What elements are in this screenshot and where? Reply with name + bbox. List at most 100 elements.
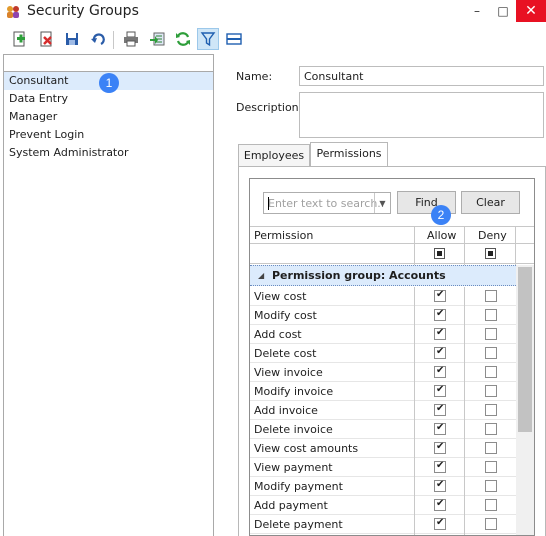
allow-all-checkbox[interactable]: [434, 248, 445, 259]
permission-name: Delete invoice: [254, 423, 333, 436]
column-divider: [414, 226, 415, 265]
deny-checkbox[interactable]: [485, 309, 497, 321]
permission-name: View invoice: [254, 366, 323, 379]
permission-group-label: Permission group: Accounts: [272, 269, 446, 282]
deny-checkbox[interactable]: [485, 347, 497, 359]
print-icon[interactable]: [120, 28, 142, 50]
collapse-triangle-icon[interactable]: ◢: [258, 271, 264, 280]
toolbar: [0, 27, 546, 53]
chevron-down-icon[interactable]: ▼: [374, 193, 390, 213]
export-icon[interactable]: [146, 28, 168, 50]
table-row[interactable]: Add payment: [250, 496, 516, 515]
list-item[interactable]: System Administrator: [4, 144, 213, 162]
column-divider: [414, 287, 415, 535]
column-permission[interactable]: Permission: [254, 227, 313, 244]
column-allow[interactable]: Allow: [427, 227, 456, 244]
deny-checkbox[interactable]: [485, 442, 497, 454]
deny-checkbox[interactable]: [485, 328, 497, 340]
table-row[interactable]: View payment: [250, 458, 516, 477]
window-title: Security Groups: [27, 3, 139, 19]
list-item[interactable]: Prevent Login: [4, 126, 213, 144]
column-divider: [515, 226, 516, 265]
deny-checkbox[interactable]: [485, 404, 497, 416]
scrollbar-thumb[interactable]: [518, 267, 532, 432]
permission-name: Add invoice: [254, 404, 318, 417]
permission-name: Modify invoice: [254, 385, 334, 398]
table-row[interactable]: View cost: [250, 287, 516, 306]
deny-checkbox[interactable]: [485, 423, 497, 435]
tab-employees[interactable]: Employees: [238, 144, 310, 167]
table-row[interactable]: Add cost: [250, 325, 516, 344]
description-label: Description:: [236, 101, 303, 114]
permission-name: Modify cost: [254, 309, 317, 322]
title-bar: Security Groups – □ ✕: [0, 0, 546, 24]
table-row[interactable]: Delete payment: [250, 515, 516, 534]
allow-checkbox[interactable]: [434, 460, 446, 473]
permission-name: Delete cost: [254, 347, 317, 360]
allow-checkbox[interactable]: [434, 403, 446, 416]
grid-filter-row: [250, 244, 534, 264]
search-placeholder: Enter text to search..: [268, 197, 385, 210]
list-item[interactable]: Manager: [4, 108, 213, 126]
permission-name: View payment: [254, 461, 333, 474]
allow-checkbox[interactable]: [434, 384, 446, 397]
add-icon[interactable]: [8, 28, 30, 50]
refresh-icon[interactable]: [172, 28, 194, 50]
allow-checkbox[interactable]: [434, 327, 446, 340]
name-field[interactable]: Consultant: [299, 66, 544, 86]
undo-icon[interactable]: [87, 28, 109, 50]
allow-checkbox[interactable]: [434, 498, 446, 511]
allow-checkbox[interactable]: [434, 517, 446, 530]
table-row[interactable]: Delete cost: [250, 344, 516, 363]
table-row[interactable]: Delete invoice: [250, 420, 516, 439]
step-badge-1: 1: [99, 73, 119, 93]
permissions-grid: Enter text to search.. ▼ Find Clear Perm…: [249, 178, 535, 536]
name-label: Name:: [236, 70, 273, 83]
allow-checkbox[interactable]: [434, 289, 446, 302]
allow-checkbox[interactable]: [434, 308, 446, 321]
search-input[interactable]: Enter text to search.. ▼: [263, 192, 391, 214]
maximize-button[interactable]: □: [490, 0, 516, 22]
deny-checkbox[interactable]: [485, 366, 497, 378]
column-deny[interactable]: Deny: [478, 227, 507, 244]
deny-checkbox[interactable]: [485, 480, 497, 492]
permission-name: Add payment: [254, 499, 328, 512]
table-row[interactable]: View invoice: [250, 363, 516, 382]
allow-checkbox[interactable]: [434, 422, 446, 435]
step-badge-2: 2: [431, 205, 451, 225]
deny-checkbox[interactable]: [485, 461, 497, 473]
description-field[interactable]: [299, 92, 544, 138]
table-row[interactable]: Add invoice: [250, 401, 516, 420]
delete-icon[interactable]: [35, 28, 57, 50]
permission-name: Delete payment: [254, 518, 343, 531]
allow-checkbox[interactable]: [434, 365, 446, 378]
filter-icon[interactable]: [197, 28, 219, 50]
deny-checkbox[interactable]: [485, 499, 497, 511]
table-row[interactable]: Modify payment: [250, 477, 516, 496]
permission-name: Modify payment: [254, 480, 343, 493]
deny-all-checkbox[interactable]: [485, 248, 496, 259]
grid-column-header: Permission Allow Deny: [250, 226, 534, 244]
minimize-button[interactable]: –: [464, 0, 490, 22]
deny-checkbox[interactable]: [485, 290, 497, 302]
permission-group-row[interactable]: ◢ Permission group: Accounts: [250, 265, 516, 286]
layout-icon[interactable]: [223, 28, 245, 50]
group-list-header: [4, 55, 213, 72]
allow-checkbox[interactable]: [434, 441, 446, 454]
deny-checkbox[interactable]: [485, 385, 497, 397]
close-button[interactable]: ✕: [516, 0, 546, 22]
table-row[interactable]: View cost amounts: [250, 439, 516, 458]
save-icon[interactable]: [61, 28, 83, 50]
table-row[interactable]: Modify invoice: [250, 382, 516, 401]
permission-name: Add cost: [254, 328, 302, 341]
table-row[interactable]: Modify cost: [250, 306, 516, 325]
grid-scrollbar[interactable]: [516, 265, 534, 535]
deny-checkbox[interactable]: [485, 518, 497, 530]
allow-checkbox[interactable]: [434, 346, 446, 359]
clear-button[interactable]: Clear: [461, 191, 520, 214]
tab-permissions[interactable]: Permissions: [310, 142, 388, 167]
allow-checkbox[interactable]: [434, 479, 446, 492]
security-group-app-icon: [7, 6, 19, 18]
column-divider: [464, 226, 465, 265]
permission-name: View cost amounts: [254, 442, 359, 455]
